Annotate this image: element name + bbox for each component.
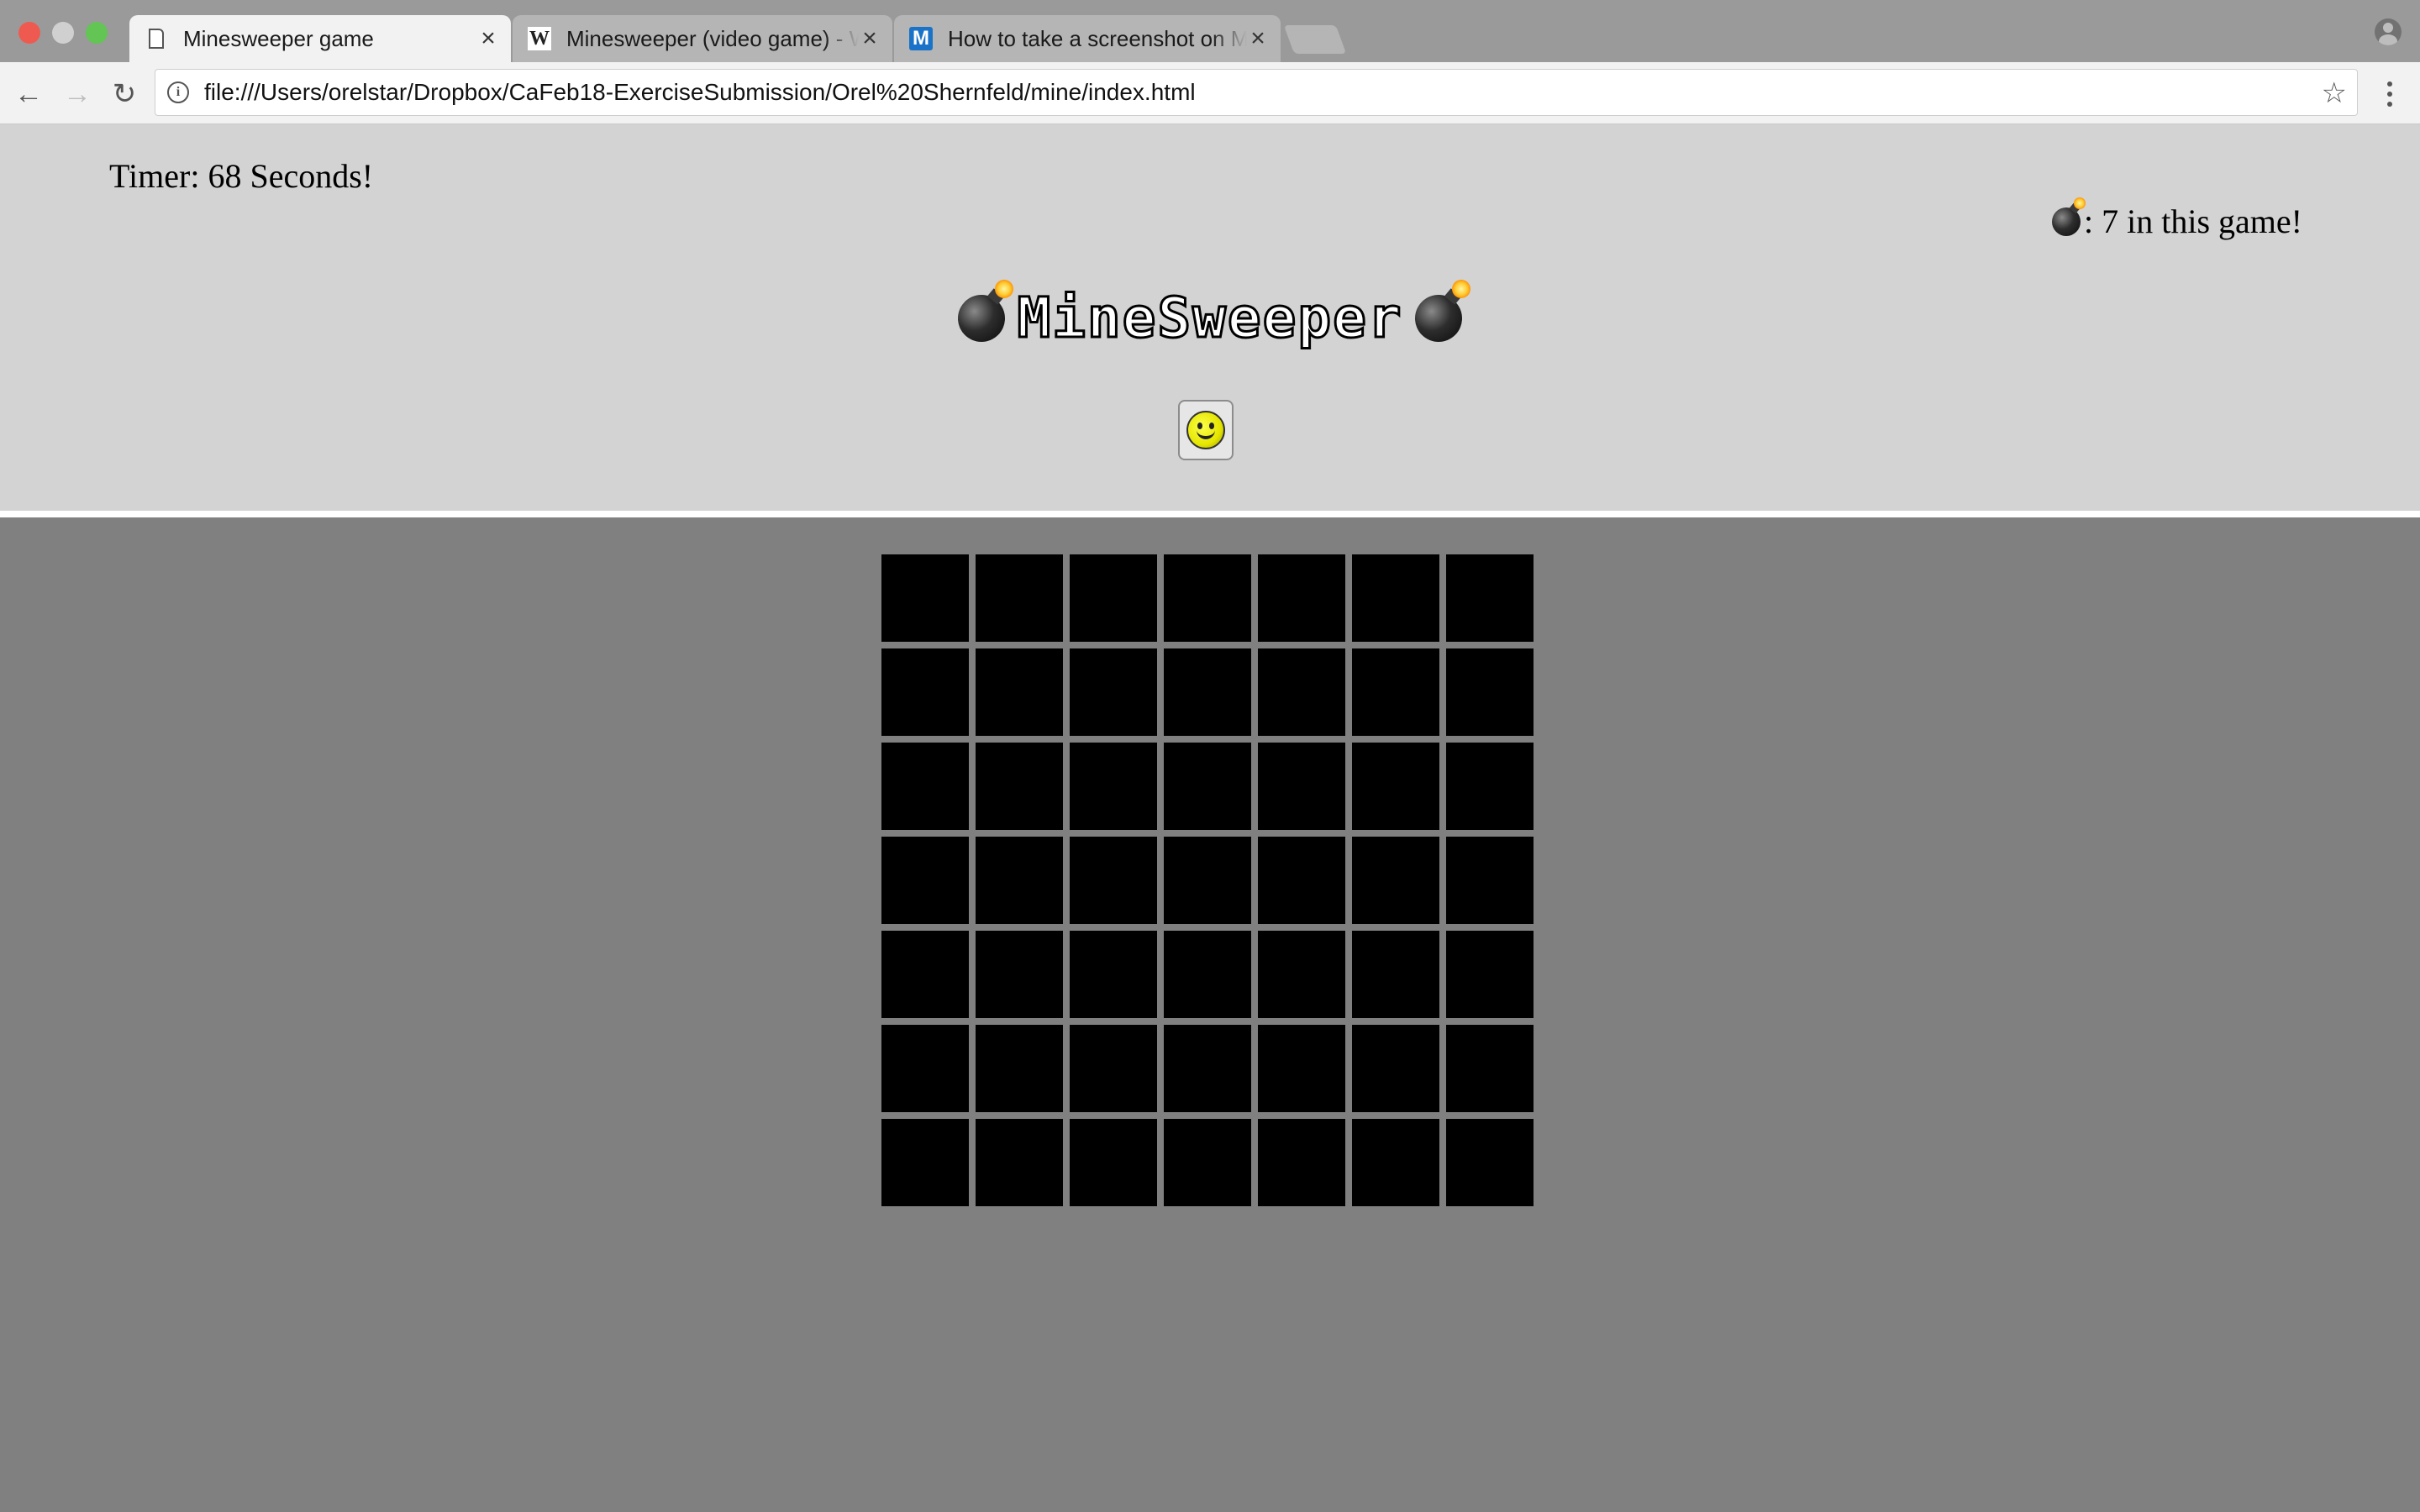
board-cell[interactable] [1164,743,1251,830]
tab-title: Minesweeper game [183,25,374,51]
page-title: MineSweeper [0,279,2420,352]
address-bar[interactable]: i file:///Users/orelstar/Dropbox/CaFeb18… [155,69,2358,116]
bomb-icon [958,279,1014,342]
title-text: MineSweeper [1016,285,1403,352]
board-cell[interactable] [1352,1119,1439,1206]
board-cell[interactable] [881,931,969,1018]
smiley-icon [1186,411,1225,449]
tab-minesweeper-game[interactable]: Minesweeper game × [129,15,511,62]
tab-title: Minesweeper (video game) - W [566,25,859,51]
board-cell[interactable] [1446,1025,1534,1112]
new-tab-button[interactable] [1283,25,1347,54]
bomb-icon [1414,279,1470,342]
wikipedia-icon: W [528,27,551,50]
divider [0,511,2420,517]
board-cell[interactable] [1070,743,1157,830]
board-cell[interactable] [1258,648,1345,736]
restart-button[interactable] [1178,400,1234,460]
timer-text: Timer: 68 Seconds! [109,157,374,195]
board-cell[interactable] [1446,648,1534,736]
board-cell[interactable] [1070,1119,1157,1206]
board-cell[interactable] [1352,1025,1439,1112]
board-cell[interactable] [1258,931,1345,1018]
board-cell[interactable] [1446,837,1534,924]
board-cell[interactable] [881,743,969,830]
board-cell[interactable] [1070,648,1157,736]
board-cell[interactable] [1352,648,1439,736]
board-cell[interactable] [1164,931,1251,1018]
board-cell[interactable] [1446,1119,1534,1206]
board-cell[interactable] [881,554,969,642]
board-cell[interactable] [1070,837,1157,924]
browser-toolbar: ← → ↻ i file:///Users/orelstar/Dropbox/C… [0,62,2420,124]
board-cell[interactable] [1164,1025,1251,1112]
game-header: Timer: 68 Seconds! : 7 in this game! Min… [0,124,2420,511]
board-cell[interactable] [1070,1025,1157,1112]
back-arrow-icon[interactable]: ← [12,77,45,111]
info-icon[interactable]: i [167,81,189,103]
board-cell[interactable] [881,1025,969,1112]
board-cell[interactable] [1164,648,1251,736]
bookmark-star-icon[interactable]: ☆ [2322,76,2347,110]
board-cell[interactable] [881,648,969,736]
url-text[interactable]: file:///Users/orelstar/Dropbox/CaFeb18-E… [204,79,1196,106]
board-cell[interactable] [976,743,1063,830]
board-cell[interactable] [1352,554,1439,642]
window-close-button[interactable] [18,22,40,44]
board-cell[interactable] [1258,1025,1345,1112]
reload-icon[interactable]: ↻ [108,77,141,111]
board-cell[interactable] [976,1025,1063,1112]
board-cell[interactable] [1258,1119,1345,1206]
board-cell[interactable] [1258,743,1345,830]
board-cell[interactable] [1164,1119,1251,1206]
board-cell[interactable] [976,931,1063,1018]
board-cell[interactable] [1446,554,1534,642]
board-cell[interactable] [976,554,1063,642]
forward-arrow-icon[interactable]: → [60,77,94,111]
board-cell[interactable] [1352,931,1439,1018]
board-cell[interactable] [881,837,969,924]
tab-wikipedia[interactable]: W Minesweeper (video game) - W × [513,15,892,62]
mines-count-text: : 7 in this game! [2084,202,2302,240]
board-cell[interactable] [1352,743,1439,830]
board-cell[interactable] [1070,554,1157,642]
tab-close-icon[interactable]: × [1247,24,1269,53]
tab-close-icon[interactable]: × [477,24,499,53]
board-cell[interactable] [1164,837,1251,924]
board-cell[interactable] [1258,837,1345,924]
board-cell[interactable] [1352,837,1439,924]
board-cell[interactable] [976,648,1063,736]
board-cell[interactable] [976,837,1063,924]
window-minimize-button[interactable] [52,22,74,44]
board-cell[interactable] [1164,554,1251,642]
page-icon [145,27,168,50]
tab-close-icon[interactable]: × [859,24,881,53]
window-maximize-button[interactable] [86,22,108,44]
board-cell[interactable] [1258,554,1345,642]
tab-screenshot-howto[interactable]: M How to take a screenshot on M × [894,15,1281,62]
bomb-icon [2052,197,2086,236]
board-cell[interactable] [881,1119,969,1206]
board-cell[interactable] [1070,931,1157,1018]
mines-count: : 7 in this game! [2052,197,2302,241]
browser-menu-icon[interactable] [2378,77,2402,111]
board-cell[interactable] [1446,743,1534,830]
board-cell[interactable] [976,1119,1063,1206]
browser-tabstrip: Minesweeper game × W Minesweeper (video … [0,0,2420,62]
board-cell[interactable] [1446,931,1534,1018]
game-board [881,554,1534,1206]
tab-title: How to take a screenshot on M [948,25,1247,51]
profile-icon[interactable] [2375,18,2402,45]
m-site-icon: M [909,27,933,50]
